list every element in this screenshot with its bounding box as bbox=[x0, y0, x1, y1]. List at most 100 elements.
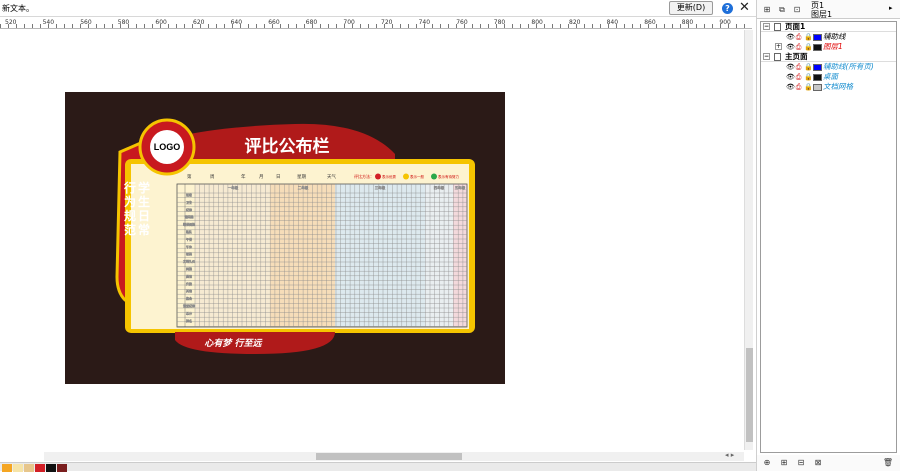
visibility-eye-icon[interactable]: 👁 bbox=[786, 73, 795, 81]
print-icon[interactable]: ⎙ bbox=[795, 73, 802, 81]
lock-icon[interactable]: 🔒 bbox=[804, 73, 813, 81]
tree-layer-item[interactable]: 👁 ⎙ 🔒 文档网格 bbox=[761, 82, 896, 92]
collapse-icon[interactable]: − bbox=[763, 53, 770, 60]
ruler-label: 720 bbox=[381, 19, 393, 26]
visibility-eye-icon[interactable]: 👁 bbox=[786, 33, 795, 41]
ruler-label: 780 bbox=[493, 19, 506, 26]
scroll-nav-icons[interactable]: ◂ ▸ bbox=[725, 451, 752, 461]
side-text-char: 行 bbox=[123, 180, 136, 195]
ruler-label: 900 bbox=[719, 19, 731, 26]
visibility-eye-icon[interactable]: 👁 bbox=[786, 43, 795, 51]
layer-color-swatch[interactable] bbox=[813, 34, 822, 41]
ruler-label: 600 bbox=[155, 19, 167, 26]
grade-header: 二年级 bbox=[298, 185, 309, 190]
new-layer-icon[interactable]: ⊕ bbox=[760, 456, 774, 469]
legend-item: 表示一般 bbox=[410, 174, 424, 179]
legend-face-icon bbox=[375, 173, 381, 180]
new-master-layer-icon[interactable]: ⊞ bbox=[777, 456, 791, 469]
layer-color-swatch[interactable] bbox=[813, 74, 822, 81]
row-label: 文明礼仪 bbox=[183, 259, 195, 264]
side-text-char: 生 bbox=[138, 194, 150, 209]
lock-icon[interactable]: 🔒 bbox=[804, 63, 813, 71]
panel-bottom-toolbar: ⊕ ⊞ ⊟ ⊠ 🗑 bbox=[757, 455, 900, 471]
tree-layer-item[interactable]: 👁 ⎙ 🔒 辅助线 bbox=[761, 32, 896, 42]
delete-icon[interactable]: 🗑 bbox=[881, 456, 895, 469]
panel-menu-arrow-icon[interactable]: ▸ bbox=[889, 4, 893, 12]
new-master-layer-odd-icon[interactable]: ⊠ bbox=[811, 456, 825, 469]
tree-page-item[interactable]: − 页面1 bbox=[761, 22, 896, 32]
layer-name: 辅助线(所有页) bbox=[823, 62, 874, 71]
horizontal-scroll-thumb[interactable] bbox=[316, 453, 462, 460]
header-field: 第 bbox=[187, 173, 192, 180]
ruler-label: 760 bbox=[456, 19, 468, 26]
show-properties-icon[interactable]: ⊞ bbox=[760, 3, 774, 16]
artwork-board[interactable]: 一年级 二年级 三年级 四年级 五年级 班级 卫生 纪律 课间操 眼保健操 路队 午餐 午休 着装 文明礼仪… bbox=[65, 92, 505, 384]
layer-name: 辅助线 bbox=[823, 32, 846, 41]
grade-header: 五年级 bbox=[455, 185, 466, 190]
header-field: 月 bbox=[259, 174, 264, 180]
print-icon[interactable]: ⎙ bbox=[795, 33, 802, 41]
layer-color-swatch[interactable] bbox=[813, 64, 822, 71]
page-icon bbox=[774, 23, 781, 31]
tree-page-item[interactable]: − 主页面 bbox=[761, 52, 896, 62]
row-label: 着装 bbox=[186, 251, 192, 256]
row-label: 两操 bbox=[186, 266, 192, 271]
visibility-eye-icon[interactable]: 👁 bbox=[786, 83, 795, 91]
tree-layer-item[interactable]: + 👁 ⎙ 🔒 图层1 bbox=[761, 42, 896, 52]
ruler-label: 620 bbox=[193, 19, 205, 26]
tree-layer-item[interactable]: 👁 ⎙ 🔒 辅助线(所有页) bbox=[761, 62, 896, 72]
row-label: 集会 bbox=[186, 296, 192, 301]
visibility-eye-icon[interactable]: 👁 bbox=[786, 63, 795, 71]
row-label: 眼保健操 bbox=[183, 222, 195, 227]
layer-color-swatch[interactable] bbox=[813, 44, 822, 51]
layer-color-swatch[interactable] bbox=[813, 84, 822, 91]
grade3-tint bbox=[335, 184, 425, 327]
row-label: 卫生 bbox=[186, 199, 192, 204]
ruler-ticks bbox=[0, 24, 752, 28]
legend-label: 评比方法： bbox=[354, 173, 374, 179]
layer-name: 桌面 bbox=[823, 72, 838, 81]
row-label: 班级 bbox=[186, 192, 192, 197]
horizontal-scrollbar[interactable] bbox=[44, 452, 744, 461]
header-field: 日 bbox=[276, 174, 281, 180]
ruler-label: 700 bbox=[343, 19, 355, 26]
panel-toolbar: ⊞ ⧉ ⊡ 页1 图层1 ▸ bbox=[757, 0, 900, 19]
ruler-label: 520 bbox=[5, 19, 17, 26]
print-icon[interactable]: ⎙ bbox=[795, 63, 802, 71]
layer-manager-view-icon[interactable]: ⊡ bbox=[790, 3, 804, 16]
ruler-label: 880 bbox=[681, 19, 694, 26]
close-icon[interactable]: ✕ bbox=[738, 0, 751, 16]
page-name: 页面1 bbox=[785, 22, 806, 31]
print-icon[interactable]: ⎙ bbox=[795, 83, 802, 91]
layer-tree: − 页面1 👁 ⎙ 🔒 辅助线 + 👁 ⎙ 🔒 图层1− 主页面 👁 ⎙ 🔒 辅助线(所有页) 👁 ⎙ 🔒 桌面 👁 ⎙ 🔒… bbox=[760, 21, 897, 453]
help-icon[interactable]: ? bbox=[722, 3, 733, 14]
tree-layer-item[interactable]: 👁 ⎙ 🔒 桌面 bbox=[761, 72, 896, 82]
grade-header: 四年级 bbox=[434, 185, 445, 190]
lock-icon[interactable]: 🔒 bbox=[804, 33, 813, 41]
update-button[interactable]: 更新(D) bbox=[669, 1, 713, 15]
header-field: 周 bbox=[210, 174, 215, 180]
legend-face-icon bbox=[431, 173, 437, 180]
side-text-char: 规 bbox=[124, 208, 136, 223]
vertical-scroll-thumb[interactable] bbox=[746, 348, 753, 442]
print-icon[interactable]: ⎙ bbox=[795, 43, 802, 51]
side-text-char: 常 bbox=[138, 222, 150, 237]
ruler-label: 580 bbox=[117, 19, 130, 26]
ruler-label: 640 bbox=[230, 19, 243, 26]
collapse-icon[interactable]: − bbox=[763, 23, 770, 30]
object-manager-panel: ⊞ ⧉ ⊡ 页1 图层1 ▸ − 页面1 👁 ⎙ 🔒 辅助线 + 👁 ⎙ 🔒 图层1− 主页面 👁 ⎙ 🔒 辅… bbox=[756, 0, 900, 471]
lock-icon[interactable]: 🔒 bbox=[804, 83, 813, 91]
row-label: 升旗 bbox=[186, 281, 192, 286]
edit-across-layers-icon[interactable]: ⧉ bbox=[775, 3, 789, 16]
ruler-label: 560 bbox=[80, 19, 92, 26]
ruler-label: 800 bbox=[531, 19, 543, 26]
row-label: 课间操 bbox=[184, 214, 193, 219]
vertical-scrollbar[interactable] bbox=[744, 30, 753, 450]
legend-face-icon bbox=[403, 173, 409, 180]
header-field: 天气 bbox=[327, 173, 336, 180]
row-label: 晨读 bbox=[186, 273, 192, 278]
new-master-layer-all-icon[interactable]: ⊟ bbox=[794, 456, 808, 469]
ruler-label: 660 bbox=[268, 19, 280, 26]
lock-icon[interactable]: 🔒 bbox=[804, 43, 813, 51]
expand-icon[interactable]: + bbox=[775, 43, 782, 50]
